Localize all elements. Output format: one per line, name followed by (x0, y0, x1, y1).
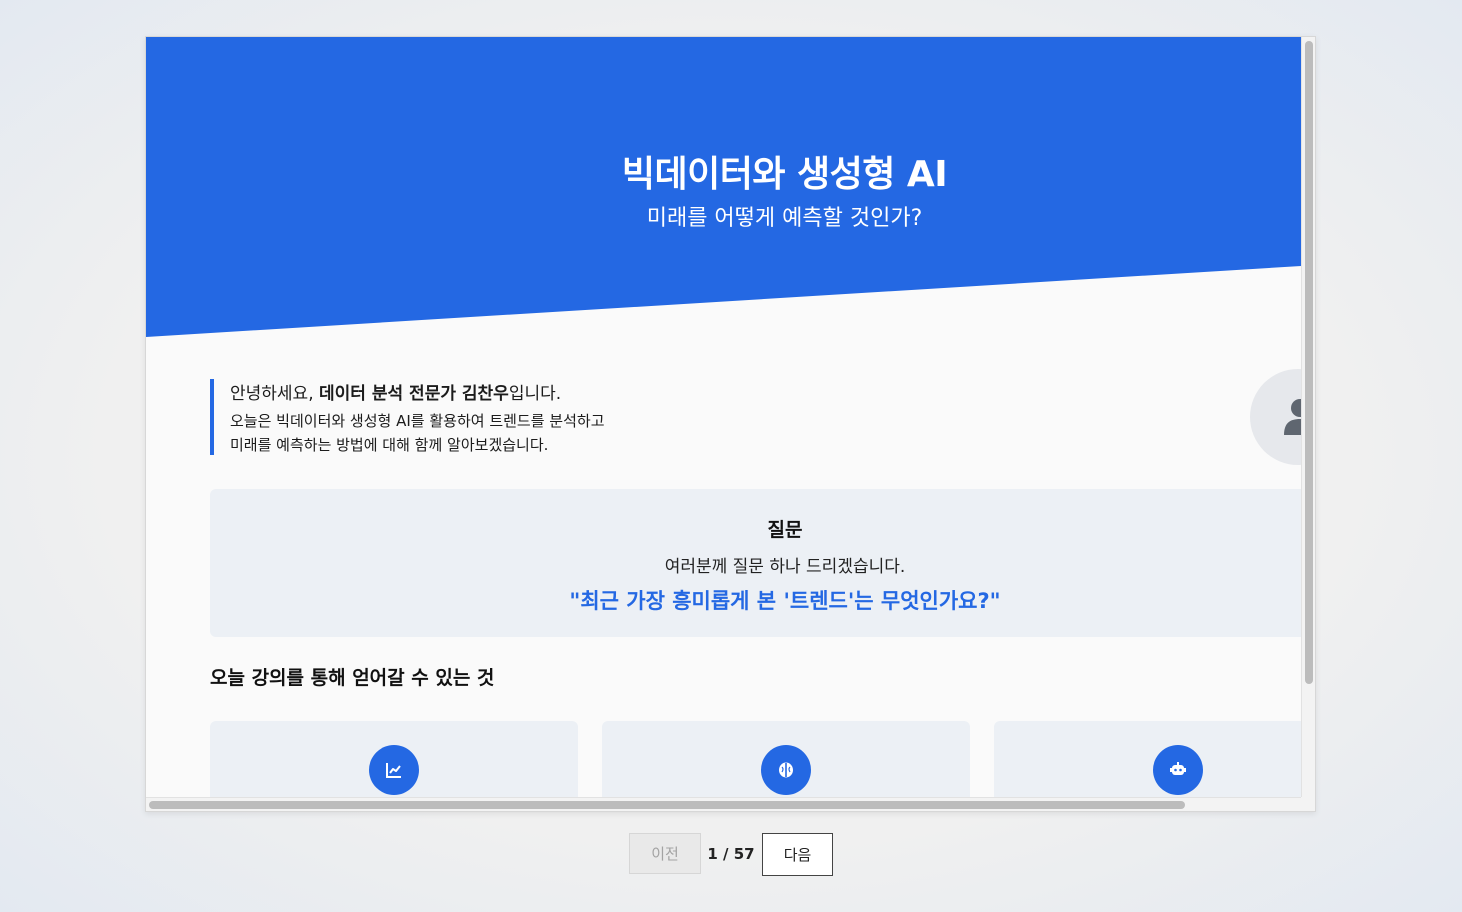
question-body: 여러분께 질문 하나 드리겠습니다. (664, 557, 906, 577)
brain-icon (779, 762, 793, 778)
scrollbar-corner (1301, 797, 1315, 811)
card-icon-badge (761, 745, 811, 795)
question-quote: "최근 가장 흥미롭게 본 '트렌드'는 무엇인가요?" (569, 589, 1001, 613)
prev-button[interactable]: 이전 (629, 833, 701, 874)
page-indicator: 1 / 57 (707, 844, 755, 863)
slide-title: 빅데이터와 생성형 AI (621, 154, 948, 195)
robot-icon (1170, 762, 1186, 775)
benefit-card (210, 721, 578, 797)
card-icon-badge (369, 745, 419, 795)
question-box: 질문 여러분께 질문 하나 드리겠습니다. "최근 가장 흥미롭게 본 '트렌드… (210, 489, 1301, 637)
intro-line-2: 오늘은 빅데이터와 생성형 AI를 활용하여 트렌드를 분석하고 (230, 412, 605, 430)
slide-navigation: 이전 1 / 57 다음 (0, 833, 1462, 876)
avatar (1250, 369, 1301, 465)
app-background: 빅데이터와 생성형 AI 미래를 어떻게 예측할 것인가? 안녕하세요, 데이터… (0, 0, 1462, 912)
speaker-name: 데이터 분석 전문가 김찬우 (319, 384, 509, 404)
greeting-suffix: 입니다. (508, 384, 562, 404)
slide-viewport[interactable]: 빅데이터와 생성형 AI 미래를 어떻게 예측할 것인가? 안녕하세요, 데이터… (146, 37, 1301, 797)
greeting-prefix: 안녕하세요, (230, 384, 320, 404)
horizontal-scrollbar[interactable] (146, 797, 1301, 811)
section-title: 오늘 강의를 통해 얻어갈 수 있는 것 (210, 667, 495, 689)
benefit-card (602, 721, 970, 797)
intro-block: 안녕하세요, 데이터 분석 전문가 김찬우입니다. 오늘은 빅데이터와 생성형 … (210, 379, 605, 455)
user-icon (1284, 399, 1301, 435)
slide-subtitle: 미래를 어떻게 예측할 것인가? (646, 206, 923, 231)
intro-line-3: 미래를 예측하는 방법에 대해 함께 알아보겠습니다. (230, 436, 549, 454)
intro-greeting: 안녕하세요, 데이터 분석 전문가 김찬우입니다. (230, 379, 605, 409)
vertical-scrollbar[interactable] (1301, 37, 1315, 797)
chart-line-icon (386, 763, 401, 778)
vertical-scroll-thumb[interactable] (1305, 41, 1313, 684)
slide-frame: 빅데이터와 생성형 AI 미래를 어떻게 예측할 것인가? 안녕하세요, 데이터… (145, 36, 1316, 812)
question-title: 질문 (767, 519, 803, 541)
horizontal-scroll-thumb[interactable] (149, 801, 1185, 809)
benefit-card (994, 721, 1301, 797)
next-button[interactable]: 다음 (762, 833, 833, 876)
card-icon-badge (1153, 745, 1203, 795)
